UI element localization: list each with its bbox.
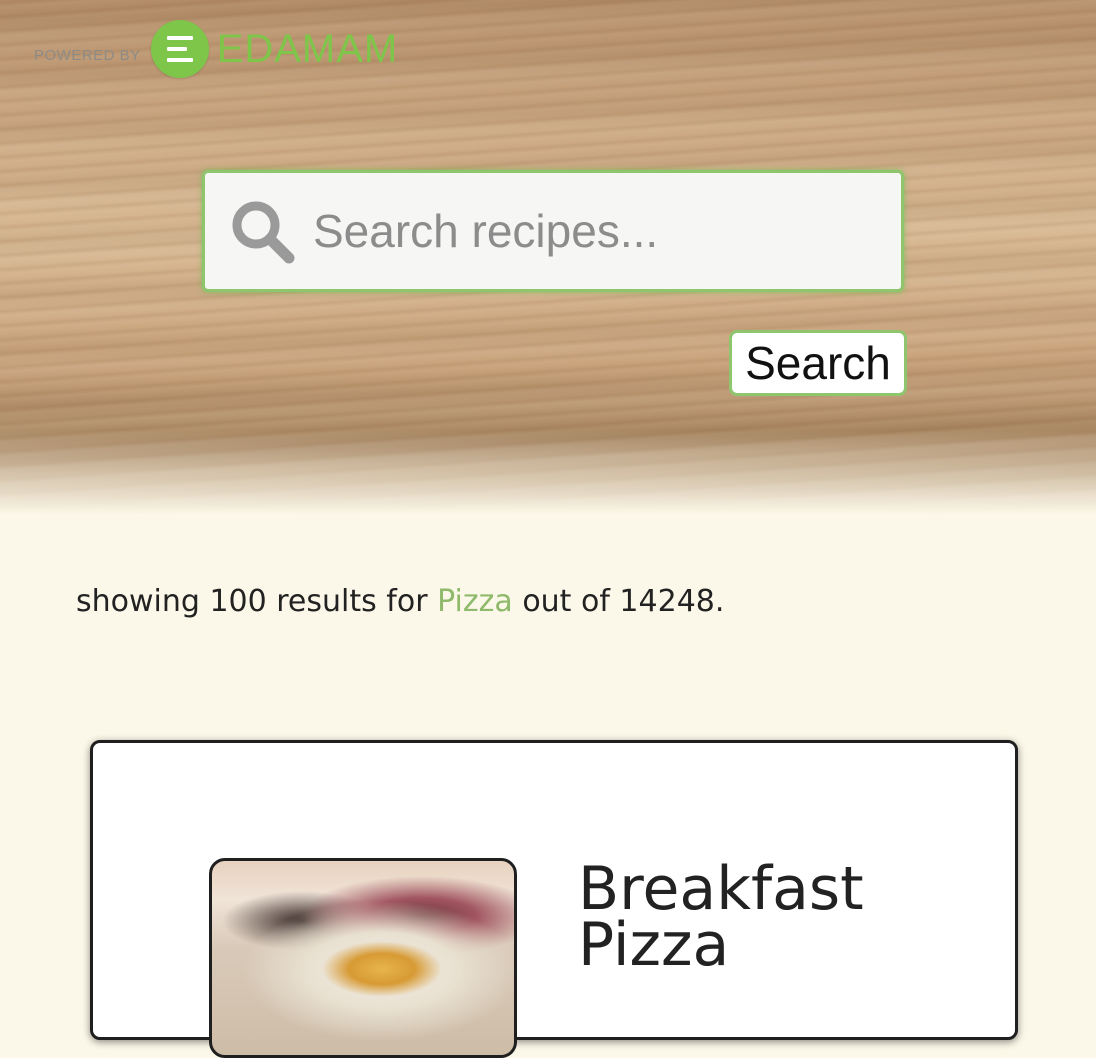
results-summary: showing 100 results for Pizza out of 142… [76,584,724,619]
results-prefix: showing 100 results for [76,584,428,619]
hero-banner: POWERED BY EDAMAM Search [0,0,1096,520]
powered-by-label: POWERED BY [34,46,141,64]
brand-name: EDAMAM [216,26,399,71]
edamam-logo[interactable]: POWERED BY EDAMAM [34,20,398,78]
results-suffix: out of 14248. [522,584,725,619]
recipe-title[interactable]: Breakfast Pizza [578,859,958,975]
recipe-card[interactable]: Breakfast Pizza [90,740,1018,1058]
edamam-logo-icon [150,20,209,78]
search-button[interactable]: Search [729,330,907,396]
search-icon [229,198,295,268]
search-input[interactable] [313,204,853,258]
search-box[interactable] [202,170,904,292]
recipe-image[interactable] [209,858,517,1058]
results-query: Pizza [437,584,513,619]
